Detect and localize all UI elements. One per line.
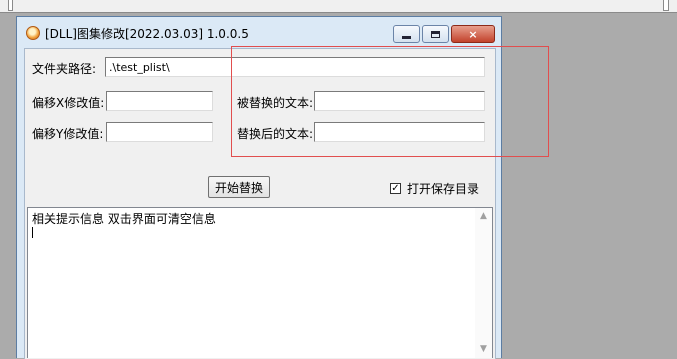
log-textarea[interactable]: 相关提示信息 双击界面可清空信息 ▲ ▼ <box>27 207 493 358</box>
scroll-up-arrow-icon[interactable]: ▲ <box>475 208 492 225</box>
app-icon <box>26 26 40 40</box>
background-window-edge <box>0 0 677 13</box>
offset-y-label: 偏移Y修改值: <box>32 127 104 141</box>
window-controls: × <box>393 25 495 43</box>
close-icon: × <box>468 27 478 41</box>
title-bar[interactable]: [DLL]图集修改[2022.03.03] 1.0.0.5 × <box>17 17 501 48</box>
start-replace-button[interactable]: 开始替换 <box>208 176 270 198</box>
offset-y-input[interactable] <box>106 122 213 142</box>
open-save-dir-option[interactable]: ✓ 打开保存目录 <box>390 180 479 197</box>
open-save-dir-checkbox[interactable]: ✓ <box>390 183 401 194</box>
minimize-button[interactable] <box>393 25 420 43</box>
highlight-annotation-box <box>231 46 549 157</box>
maximize-icon <box>431 30 440 38</box>
check-icon: ✓ <box>391 182 400 194</box>
close-button[interactable]: × <box>451 25 495 43</box>
maximize-button[interactable] <box>422 25 449 43</box>
vertical-scrollbar[interactable]: ▲ ▼ <box>475 208 492 358</box>
background-window-fragment <box>663 0 669 11</box>
scroll-down-arrow-icon[interactable]: ▼ <box>475 341 492 358</box>
folder-path-label: 文件夹路径: <box>32 62 97 76</box>
text-caret <box>32 227 33 238</box>
background-window-fragment <box>8 0 13 11</box>
open-save-dir-label: 打开保存目录 <box>407 182 480 196</box>
offset-x-label: 偏移X修改值: <box>32 96 105 110</box>
log-text: 相关提示信息 双击界面可清空信息 <box>32 212 216 226</box>
offset-x-input[interactable] <box>106 91 213 111</box>
window-title: [DLL]图集修改[2022.03.03] 1.0.0.5 <box>45 27 249 41</box>
minimize-icon <box>402 35 411 39</box>
